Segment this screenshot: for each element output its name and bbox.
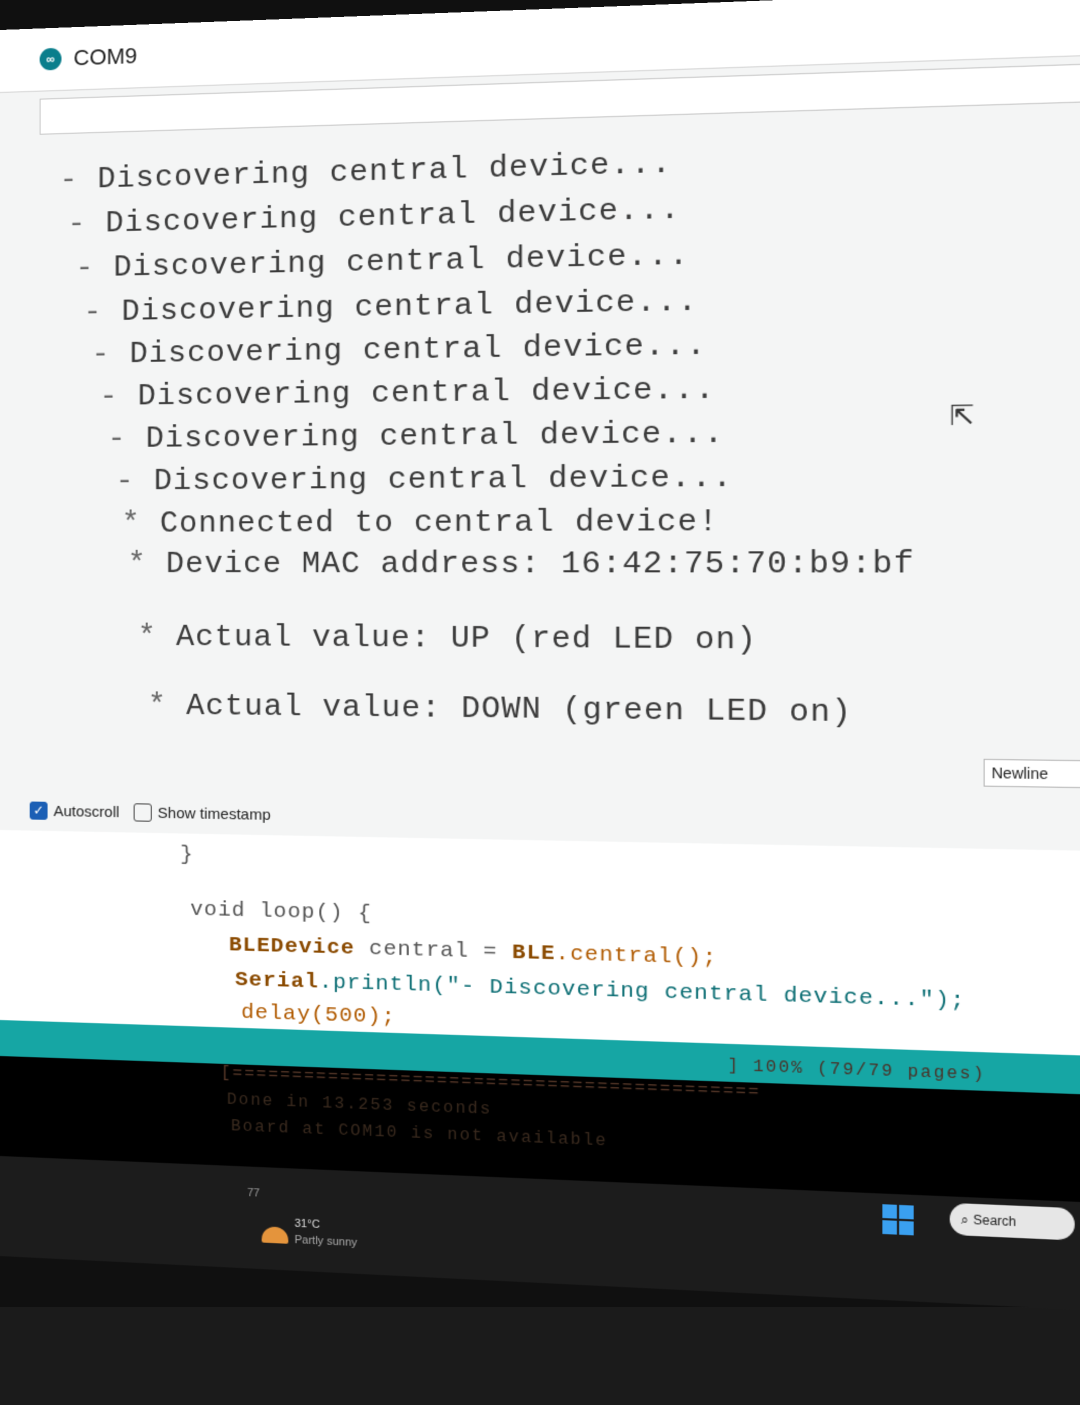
serial-line: - Discovering central device...: [75, 239, 689, 287]
serial-line-text: Discovering central device...: [129, 328, 707, 373]
show-timestamp-label: Show timestamp: [157, 804, 271, 824]
serial-line: - Discovering central device...: [60, 147, 673, 199]
search-label: Search: [973, 1212, 1017, 1230]
serial-line-prefix: -: [91, 338, 111, 373]
serial-line: * Actual value: UP (red LED on): [138, 621, 758, 659]
arduino-icon: ∞: [39, 47, 62, 71]
serial-line-text: Discovering central device...: [113, 238, 690, 286]
serial-line-prefix: -: [75, 251, 95, 287]
weather-desc: Partly sunny: [294, 1233, 358, 1250]
serial-line-text: Actual value: UP (red LED on): [176, 620, 758, 659]
serial-line: - Discovering central device...: [107, 417, 724, 458]
serial-line: * Connected to central device!: [122, 505, 719, 542]
weather-icon[interactable]: [261, 1226, 289, 1244]
code-call: .central();: [555, 942, 718, 971]
serial-line: - Discovering central device...: [116, 461, 734, 500]
serial-line-prefix: -: [59, 163, 79, 199]
serial-line-prefix: -: [83, 296, 103, 331]
serial-line-prefix: -: [107, 422, 127, 458]
autoscroll-label: Autoscroll: [53, 802, 120, 821]
serial-line: - Discovering central device...: [99, 373, 715, 415]
serial-line-text: Discovering central device...: [97, 146, 673, 198]
monitor-bezel: ∞ COM9 - Discovering central device... - Di…: [0, 0, 1080, 1316]
line-ending-select[interactable]: Newline ⌄: [983, 758, 1080, 790]
serial-line-text: Actual value: DOWN (green LED on): [186, 689, 853, 732]
windows-start-icon[interactable]: [882, 1204, 914, 1236]
autoscroll-checkbox[interactable]: ✓: [29, 801, 48, 820]
code-line-1: BLEDevice central = BLE.central();: [229, 934, 717, 971]
serial-line-text: Discovering central device...: [137, 372, 716, 415]
screen: ∞ COM9 - Discovering central device... - Di…: [0, 0, 1080, 1403]
window-title: COM9: [73, 42, 138, 71]
serial-line: - Discovering central device...: [91, 329, 706, 373]
show-timestamp-checkbox[interactable]: [133, 803, 152, 822]
serial-line-text: Discovering central device...: [145, 416, 725, 457]
code-text: central =: [354, 937, 513, 966]
serial-line: * Device MAC address: 16:42:75:70:b9:bf: [128, 547, 915, 583]
code-object: Serial: [235, 968, 319, 995]
search-icon: ⌕: [960, 1211, 969, 1227]
serial-line: - Discovering central device...: [83, 285, 698, 331]
serial-line-prefix: *: [127, 547, 147, 583]
code-line-3: delay(500);: [241, 1001, 396, 1030]
serial-monitor-window: ∞ COM9 - Discovering central device... - Di…: [0, 0, 1080, 1316]
serial-line-text: Device MAC address: 16:42:75:70:b9:bf: [165, 546, 915, 584]
serial-line-text: Discovering central device...: [121, 284, 699, 330]
code-type: BLEDevice: [228, 933, 355, 961]
code-call: .println("- Discovering central device..…: [318, 971, 966, 1015]
serial-line-prefix: -: [115, 465, 135, 500]
console-line-board: Board at COM10 is not available: [230, 1117, 608, 1151]
console-line-done: Done in 13.253 seconds: [226, 1090, 493, 1119]
code-loop-signature: void loop() {: [190, 898, 373, 927]
serial-line: * Actual value: DOWN (green LED on): [148, 689, 853, 731]
serial-line-prefix: -: [99, 380, 119, 415]
serial-line-text: Discovering central device...: [105, 192, 681, 242]
weather-temp: 31°C: [294, 1217, 320, 1231]
serial-output: - Discovering central device... - Discoveri…: [29, 113, 1080, 807]
code-object: BLE: [512, 941, 556, 967]
serial-line-text: Discovering central device...: [153, 460, 734, 500]
serial-line-prefix: *: [147, 689, 167, 724]
code-closing-brace: }: [180, 843, 194, 868]
serial-line-prefix: *: [121, 507, 141, 542]
mouse-pointer-icon: ⇱: [949, 399, 975, 432]
serial-line-prefix: -: [67, 207, 87, 243]
taskbar-search[interactable]: ⌕ Search: [949, 1202, 1075, 1241]
serial-line: - Discovering central device...: [67, 193, 680, 243]
serial-line-text: Connected to central device!: [159, 505, 719, 542]
line-number: 77: [247, 1186, 260, 1200]
line-ending-value: Newline: [991, 764, 1049, 783]
serial-line-prefix: *: [137, 620, 157, 656]
